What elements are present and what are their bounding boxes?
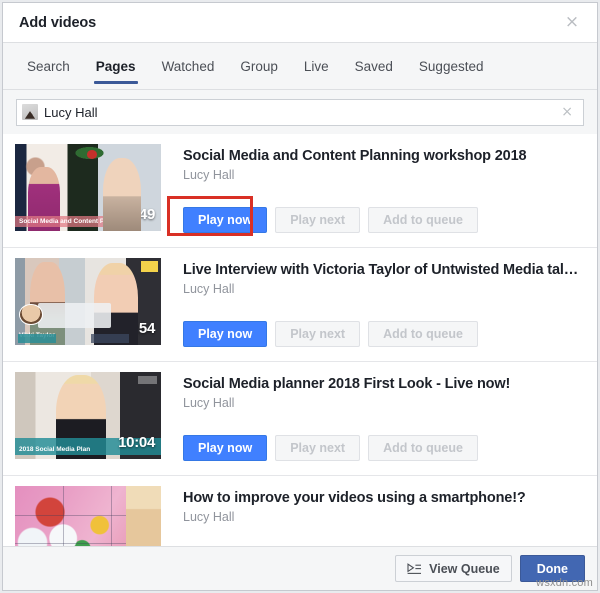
tab-search[interactable]: Search — [14, 43, 83, 89]
list-item[interactable]: 2018 Social Media Plan 10:04 Social Medi… — [3, 362, 597, 476]
video-meta: Social Media and Content Planning worksh… — [161, 144, 585, 237]
play-next-button: Play next — [275, 321, 361, 347]
view-queue-button[interactable]: View Queue — [395, 555, 512, 582]
search-bar-container: Lucy Hall × — [3, 90, 597, 134]
video-results-list[interactable]: Social Media and Content Planning W 1:11… — [3, 134, 597, 546]
video-meta: Live Interview with Victoria Taylor of U… — [161, 258, 585, 351]
close-icon[interactable]: × — [561, 12, 583, 34]
tab-suggested[interactable]: Suggested — [406, 43, 497, 89]
video-title: Social Media and Content Planning worksh… — [183, 148, 527, 164]
clear-search-icon[interactable]: × — [559, 105, 575, 119]
play-now-button[interactable]: Play now — [183, 435, 268, 461]
video-meta: How to improve your videos using a smart… — [161, 486, 585, 546]
page-avatar-icon — [22, 104, 38, 120]
video-thumbnail[interactable] — [15, 486, 161, 546]
video-action-buttons: Play now Play next Add to queue — [183, 435, 585, 461]
video-thumbnail[interactable]: Social Media and Content Planning W 1:11… — [15, 144, 161, 231]
thumb-decor — [137, 376, 157, 385]
tab-saved[interactable]: Saved — [342, 43, 406, 89]
video-thumbnail[interactable]: Vikki Taylor 1:05:54 — [15, 258, 161, 345]
video-page-name: Lucy Hall — [183, 168, 235, 182]
play-next-button: Play next — [275, 435, 361, 461]
video-title: How to improve your videos using a smart… — [183, 490, 526, 506]
tab-pages[interactable]: Pages — [83, 43, 149, 89]
add-to-queue-button: Add to queue — [368, 321, 478, 347]
dialog-footer: View Queue Done — [3, 546, 597, 590]
list-item[interactable]: Social Media and Content Planning W 1:11… — [3, 134, 597, 248]
add-to-queue-button: Add to queue — [368, 207, 478, 233]
thumb-decor — [90, 333, 129, 344]
view-queue-label: View Queue — [429, 561, 500, 576]
list-item[interactable]: How to improve your videos using a smart… — [3, 476, 597, 546]
video-thumbnail[interactable]: 2018 Social Media Plan 10:04 — [15, 372, 161, 459]
add-to-queue-button: Add to queue — [368, 435, 478, 461]
tab-group[interactable]: Group — [227, 43, 291, 89]
video-page-name: Lucy Hall — [183, 510, 235, 524]
video-page-name: Lucy Hall — [183, 396, 235, 410]
queue-icon — [407, 562, 422, 575]
add-videos-dialog: Add videos × Search Pages Watched Group … — [2, 2, 598, 591]
search-input-value: Lucy Hall — [44, 104, 98, 120]
thumb-decor — [140, 261, 159, 272]
thumb-decor — [86, 150, 97, 159]
thumb-decor — [17, 333, 56, 344]
list-item[interactable]: Vikki Taylor 1:05:54 Live Interview with… — [3, 248, 597, 362]
search-input[interactable]: Lucy Hall × — [16, 98, 584, 126]
video-meta: Social Media planner 2018 First Look - L… — [161, 372, 585, 465]
watermark: wsxdn.com — [536, 577, 593, 589]
video-title: Social Media planner 2018 First Look - L… — [183, 376, 511, 392]
video-action-buttons: Play now Play next Add to queue — [183, 321, 585, 347]
thumb-decor — [38, 303, 112, 328]
thumbnail-caption: Social Media and Content Planning W — [15, 216, 129, 227]
video-page-name: Lucy Hall — [183, 282, 235, 296]
tab-live[interactable]: Live — [291, 43, 342, 89]
page-title: Add videos — [19, 14, 97, 31]
video-duration: 10:04 — [118, 434, 155, 451]
dialog-titlebar: Add videos × — [3, 3, 597, 43]
thumbnail-caption: 2018 Social Media Plan — [19, 446, 91, 453]
play-now-button[interactable]: Play now — [183, 321, 268, 347]
video-title: Live Interview with Victoria Taylor of U… — [183, 262, 585, 278]
thumb-decor — [19, 304, 43, 325]
video-action-buttons: Play now Play next Add to queue — [183, 207, 585, 233]
play-next-button: Play next — [275, 207, 361, 233]
tab-bar: Search Pages Watched Group Live Saved Su… — [3, 43, 597, 90]
tab-watched[interactable]: Watched — [149, 43, 228, 89]
play-now-button[interactable]: Play now — [183, 207, 268, 233]
video-duration: 1:11:49 — [106, 206, 155, 223]
